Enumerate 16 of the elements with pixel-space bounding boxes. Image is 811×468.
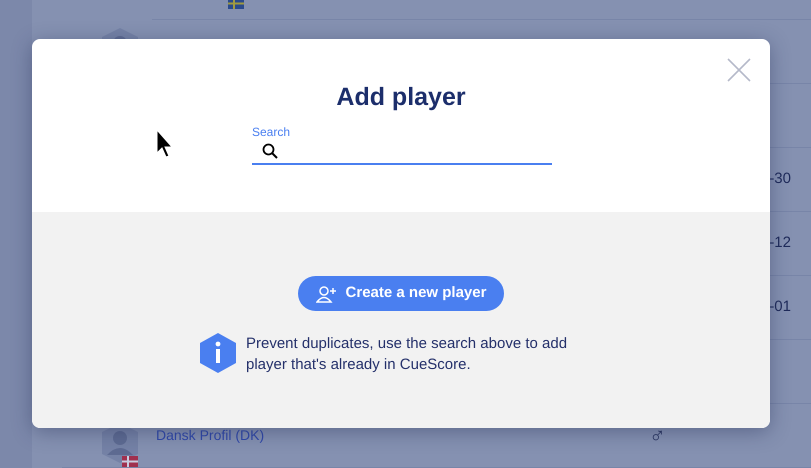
score-text: -30 <box>769 169 791 190</box>
score-text: -01 <box>769 297 791 318</box>
info-text: Prevent duplicates, use the search above to add player that's already in CueScore. <box>246 334 568 375</box>
search-icon <box>262 143 278 159</box>
info-icon <box>200 333 236 373</box>
add-user-icon <box>316 284 338 302</box>
create-player-button[interactable]: Create a new player <box>298 276 504 311</box>
dialog-title: Add player <box>336 82 466 112</box>
gender-text: ♂ <box>649 422 666 450</box>
flag-icon <box>122 456 138 466</box>
flag-icon <box>228 0 244 9</box>
player-name-link[interactable]: Dansk Profil (DK) <box>156 425 264 446</box>
search-field[interactable]: Search <box>252 124 552 165</box>
search-label: Search <box>252 124 292 140</box>
score-text: -12 <box>769 233 791 254</box>
close-button[interactable] <box>727 58 751 82</box>
